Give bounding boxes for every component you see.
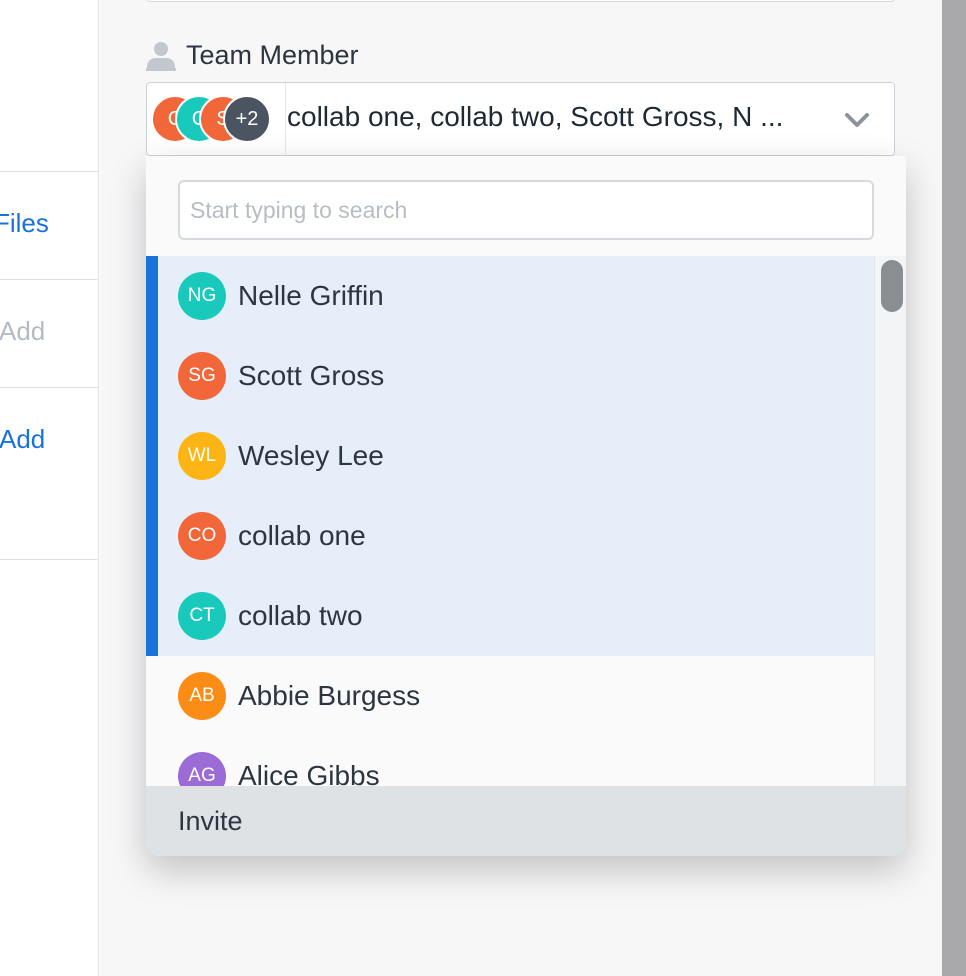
member-name: Alice Gibbs [238, 760, 380, 786]
avatar: AG [178, 752, 226, 786]
add-link[interactable]: Add [0, 424, 45, 455]
avatar: SG [178, 352, 226, 400]
member-name: Abbie Burgess [238, 680, 421, 711]
left-row [0, 0, 98, 172]
list-item[interactable]: NG Nelle Griffin [146, 256, 874, 336]
selected-indicator [146, 256, 158, 336]
avatar: AB [178, 672, 226, 720]
field-label-text: Team Member [186, 39, 359, 70]
selected-indicator [146, 496, 158, 576]
avatar: CT [178, 592, 226, 640]
team-member-label: Team Member [146, 38, 359, 72]
member-dropdown: NG Nelle Griffin SG Scott Gross WL Wesley Lee… [146, 156, 906, 856]
select-divider [285, 83, 286, 155]
avatar: NG [178, 272, 226, 320]
member-name: Nelle Griffin [238, 280, 384, 311]
list-item[interactable]: WL Wesley Lee [146, 416, 874, 496]
list-item[interactable]: SG Scott Gross [146, 336, 874, 416]
selected-indicator [146, 336, 158, 416]
avatar: CO [178, 512, 226, 560]
overflow-count-badge: +2 [223, 95, 271, 143]
selected-members-text: collab one, collab two, Scott Gross, N .… [287, 101, 784, 132]
dropdown-scrollbar[interactable] [874, 256, 906, 786]
avatar: WL [178, 432, 226, 480]
member-name: Wesley Lee [238, 440, 384, 471]
files-link[interactable]: Files [0, 208, 49, 239]
add-disabled-label: Add [0, 316, 46, 346]
chevron-down-icon[interactable] [842, 105, 872, 135]
left-row-files[interactable]: Files [0, 172, 98, 280]
member-options-list: NG Nelle Griffin SG Scott Gross WL Wesley Lee… [146, 256, 874, 786]
member-name: collab two [238, 600, 363, 631]
list-item[interactable]: AB Abbie Burgess [146, 656, 874, 736]
person-icon [146, 39, 176, 71]
invite-button[interactable]: Invite [146, 786, 906, 856]
member-name: collab one [238, 520, 366, 551]
list-item[interactable]: AG Alice Gibbs [146, 736, 874, 786]
member-search-input[interactable] [178, 180, 874, 240]
page-scrollbar[interactable] [942, 0, 966, 976]
selected-indicator [146, 416, 158, 496]
left-row-add[interactable]: Add [0, 388, 98, 560]
selected-avatar-stack: CCS+2 [151, 95, 281, 143]
scrollbar-thumb[interactable] [881, 260, 903, 312]
selected-indicator [146, 576, 158, 656]
left-row-add-disabled: Add [0, 280, 98, 388]
member-name: Scott Gross [238, 360, 385, 391]
invite-label: Invite [178, 806, 243, 836]
list-item[interactable]: CT collab two [146, 576, 874, 656]
previous-field[interactable] [146, 0, 895, 2]
team-member-select[interactable]: CCS+2 collab one, collab two, Scott Gros… [146, 82, 895, 156]
left-panel: Files Add Add [0, 0, 99, 976]
list-item[interactable]: CO collab one [146, 496, 874, 576]
